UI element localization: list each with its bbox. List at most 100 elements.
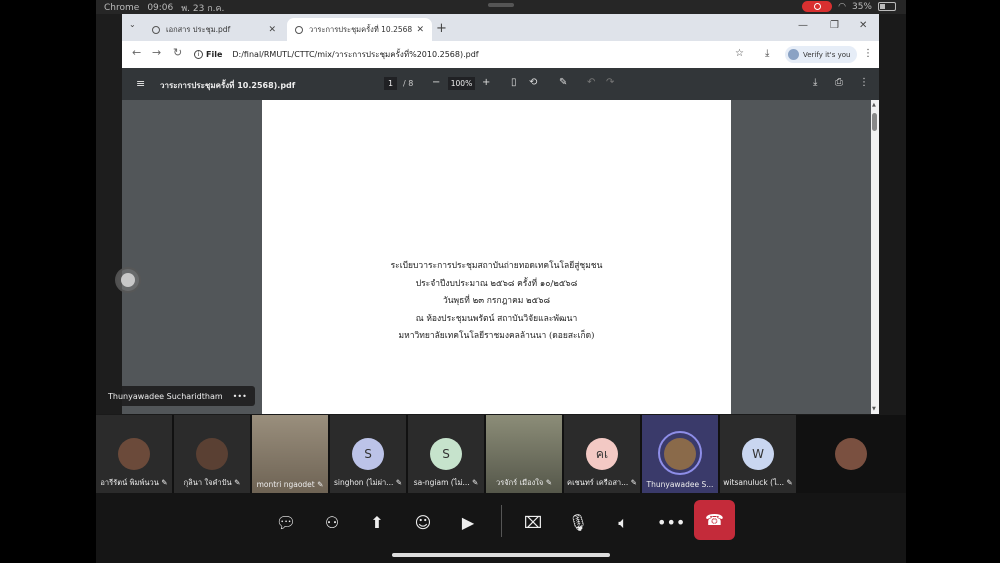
assistive-touch-button[interactable] xyxy=(115,267,141,293)
pdf-canvas[interactable]: ระเบียบวาระการประชุมสถาบันถ่ายทอดเทคโนโล… xyxy=(122,100,879,414)
more-menu-icon[interactable]: ⋮ xyxy=(863,48,873,59)
download-icon[interactable]: ⤓ xyxy=(813,77,817,88)
scroll-thumb[interactable] xyxy=(872,113,877,131)
mic-off-icon: ✎ xyxy=(545,478,552,487)
tab-document-2[interactable]: วาระการประชุมครั้งที่ 10.2568).pdf ✕ xyxy=(287,18,432,41)
mic-off-icon: ✎ xyxy=(234,478,241,487)
participant-name: คเชนทร์ เครือสา... ✎ xyxy=(567,478,637,487)
mic-off-icon: ✎ xyxy=(161,478,168,487)
maximize-icon[interactable]: ❐ xyxy=(830,20,839,31)
scrollbar[interactable]: ▲ ▼ xyxy=(871,100,879,414)
globe-icon xyxy=(295,25,303,34)
participant-name: singhon (ไม่ผ่า... ✎ xyxy=(333,478,403,487)
undo-icon[interactable]: ↶ xyxy=(587,77,595,88)
page-number-input[interactable]: 1 xyxy=(384,77,397,90)
avatar xyxy=(118,438,150,470)
wifi-icon: ◠ xyxy=(838,1,846,12)
browser-toolbar: ← → ↻ i File D:/final/RMUTL/CTTC/mix/วาร… xyxy=(122,41,879,68)
share-screen-icon[interactable]: ⬆ xyxy=(365,511,389,535)
close-icon[interactable]: ✕ xyxy=(416,25,424,35)
tab-document-1[interactable]: เอกสาร ประชุม.pdf ✕ xyxy=(144,18,284,41)
speaker-icon[interactable]: 🔈︎ xyxy=(611,511,635,535)
address-bar[interactable]: i File D:/final/RMUTL/CTTC/mix/วาระการปร… xyxy=(194,45,784,64)
mic-off-icon: ✎ xyxy=(786,478,793,487)
more-options-icon[interactable]: ••• xyxy=(657,511,685,535)
participant-tile[interactable]: S sa-ngiam (ไม่... ✎ xyxy=(408,415,484,493)
zoom-in-icon[interactable]: + xyxy=(482,77,490,88)
speaker-name: Thunyawadee Sucharidtham xyxy=(108,391,223,401)
participant-tile[interactable]: อารีรัตน์ พิมพ์นวน ✎ xyxy=(96,415,172,493)
avatar: คเ xyxy=(586,438,618,470)
doc-line: มหาวิทยาลัยเทคโนโลยีราชมงคลล้านนา (ดอยสะ… xyxy=(398,331,595,341)
avatar xyxy=(835,438,867,470)
fit-page-icon[interactable]: ▯ xyxy=(511,77,517,88)
home-indicator[interactable] xyxy=(392,553,610,557)
participant-name: อารีรัตน์ พิมพ์นวน ✎ xyxy=(100,478,168,487)
participant-video-tile[interactable]: montri ngaodet ✎ xyxy=(252,415,328,493)
record-icon xyxy=(813,3,821,10)
ipad-screen: Chrome 09:06 พ. 23 ก.ค. ◠ 35% ⌄ เอกสาร ป… xyxy=(96,0,906,563)
date: พ. 23 ก.ค. xyxy=(181,4,225,14)
leave-call-button[interactable]: ☎ xyxy=(694,500,735,540)
participant-tile[interactable]: กุลินา ใจคำปัน ✎ xyxy=(174,415,250,493)
print-icon[interactable]: ⎙ xyxy=(835,77,843,88)
avatar xyxy=(196,438,228,470)
verify-profile-button[interactable]: Verify it's you xyxy=(785,46,858,63)
redo-icon[interactable]: ↷ xyxy=(606,77,614,88)
doc-line: ระเบียบวาระการประชุมสถาบันถ่ายทอดเทคโนโล… xyxy=(390,261,603,271)
bookmark-star-icon[interactable]: ☆ xyxy=(735,48,744,59)
tab-search-icon[interactable]: ⌄ xyxy=(129,20,136,29)
download-icon[interactable]: ⤓ xyxy=(765,48,769,59)
new-tab-icon[interactable]: + xyxy=(436,21,447,36)
battery-icon xyxy=(878,2,896,11)
multitask-dots[interactable] xyxy=(488,3,514,7)
chrome-window: ⌄ เอกสาร ประชุม.pdf ✕ วาระการประชุมครั้ง… xyxy=(122,14,879,414)
avatar xyxy=(788,49,799,60)
tab-label: วาระการประชุมครั้งที่ 10.2568).pdf xyxy=(309,24,413,34)
info-icon[interactable]: i xyxy=(194,50,203,59)
camera-off-icon[interactable]: ⌧ xyxy=(521,511,545,535)
back-icon[interactable]: ← xyxy=(132,46,141,59)
participant-tile-speaking[interactable]: Thunyawadee S... xyxy=(642,415,718,493)
annotate-icon[interactable]: ✎ xyxy=(559,77,567,88)
verify-label: Verify it's you xyxy=(803,50,851,59)
window-close-icon[interactable]: ✕ xyxy=(859,20,867,31)
apps-icon[interactable]: ▶ xyxy=(456,511,480,535)
battery-percent: 35% xyxy=(851,1,872,12)
divider xyxy=(501,505,502,537)
participant-name: montri ngaodet ✎ xyxy=(256,480,324,489)
left-margin xyxy=(96,14,122,414)
participant-tile[interactable]: คเ คเชนทร์ เครือสา... ✎ xyxy=(564,415,640,493)
rotate-icon[interactable]: ⟲ xyxy=(529,77,537,88)
status-bar: Chrome 09:06 พ. 23 ก.ค. ◠ 35% xyxy=(96,0,906,14)
reload-icon[interactable]: ↻ xyxy=(173,46,182,59)
forward-icon[interactable]: → xyxy=(152,46,161,59)
close-icon[interactable]: ✕ xyxy=(268,25,276,35)
participant-name: วรจักร์ เมืองใจ ✎ xyxy=(495,478,552,487)
participant-tile[interactable]: S singhon (ไม่ผ่า... ✎ xyxy=(330,415,406,493)
avatar: S xyxy=(430,438,462,470)
address-scheme: File xyxy=(206,50,223,59)
scroll-down-icon[interactable]: ▼ xyxy=(872,406,876,412)
back-to-app[interactable]: Chrome xyxy=(104,3,139,13)
more-icon[interactable]: ••• xyxy=(233,392,247,401)
mic-off-icon[interactable]: 🎙︎ xyxy=(566,511,590,535)
avatar xyxy=(664,438,696,470)
clock: 09:06 xyxy=(147,3,174,13)
reactions-icon[interactable]: ☺ xyxy=(411,511,435,535)
chat-icon[interactable]: 💬︎ xyxy=(274,511,298,535)
active-speaker-label: Thunyawadee Sucharidtham ••• xyxy=(100,386,255,406)
zoom-input[interactable]: 100% xyxy=(448,77,475,90)
participant-name: กุลินา ใจคำปัน ✎ xyxy=(183,478,241,487)
people-icon[interactable]: ⚇ xyxy=(320,511,344,535)
participant-tile[interactable] xyxy=(798,415,906,493)
hang-up-icon: ☎ xyxy=(705,511,724,529)
menu-icon[interactable]: ≡ xyxy=(136,77,145,90)
address-path: D:/final/RMUTL/CTTC/mix/วาระการประชุมครั… xyxy=(232,50,479,59)
scroll-up-icon[interactable]: ▲ xyxy=(872,102,876,108)
more-icon[interactable]: ⋮ xyxy=(859,77,869,88)
zoom-out-icon[interactable]: − xyxy=(432,77,440,88)
participant-video-tile[interactable]: วรจักร์ เมืองใจ ✎ xyxy=(486,415,562,493)
participant-tile[interactable]: W witsanuluck (ไ... ✎ xyxy=(720,415,796,493)
minimize-icon[interactable]: — xyxy=(798,20,808,31)
